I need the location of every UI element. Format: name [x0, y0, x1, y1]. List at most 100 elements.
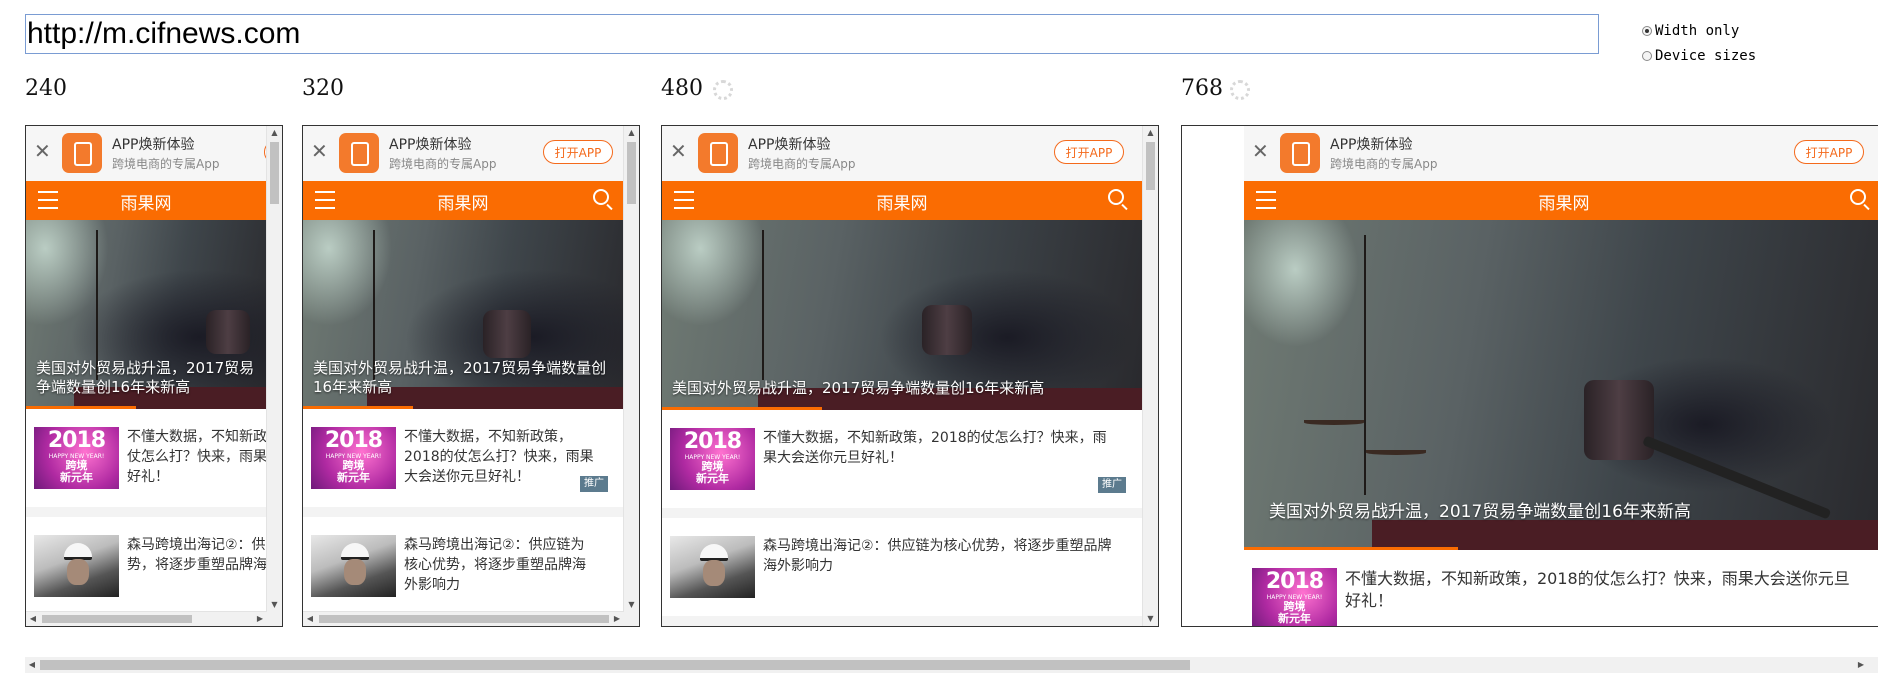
site-title: 雨果网 — [876, 194, 928, 214]
article-title: 不懂大数据，不知新政策，2018的仗怎么打？快来，雨果大会送你元旦好礼！ — [763, 430, 1107, 466]
preview-frame-480[interactable]: ✕ APP焕新体验 跨境电商的专属App 打开APP 雨果网 美国对外贸易战升温… — [661, 125, 1159, 627]
thumb-year: 2018 — [47, 428, 106, 453]
close-icon[interactable]: ✕ — [34, 140, 51, 162]
list-item[interactable]: 2018 HAPPY NEW YEAR! 跨境 新元年 不懂大数据，不知新政策，… — [662, 410, 1142, 518]
frame-size-label: 240 — [25, 76, 67, 101]
frame-size-label: 320 — [302, 76, 344, 101]
hero-caption: 美国对外贸易战升温，2017贸易争端数量创16年来新高 — [672, 379, 1045, 397]
scroll-thumb[interactable] — [42, 615, 192, 623]
horizontal-scrollbar[interactable]: ◀ ▶ — [26, 611, 267, 626]
list-item[interactable]: 森马跨境出海记②：供应链为核心优势，将逐步重塑品牌海外影响力 — [26, 517, 266, 625]
open-app-button[interactable]: 打开APP — [1054, 140, 1124, 164]
scroll-up-icon[interactable]: ▲ — [1143, 126, 1158, 140]
list-item[interactable]: 森马跨境出海记②：供应链为核心优势，将逐步重塑品牌海外影响力 — [303, 517, 623, 625]
gavel-image-part — [206, 310, 250, 354]
scroll-left-icon[interactable]: ◀ — [26, 612, 40, 626]
open-app-button[interactable]: 打开APP — [543, 140, 613, 164]
promo-badge: 推广 — [580, 476, 608, 492]
close-icon[interactable]: ✕ — [1252, 140, 1269, 162]
banner-title: APP焕新体验 — [389, 137, 472, 153]
option-device-sizes[interactable]: Device sizes — [1642, 43, 1756, 68]
scroll-up-icon[interactable]: ▲ — [267, 126, 282, 140]
app-banner: ✕ APP焕新体验 跨境电商的专属App 打开APP — [303, 126, 623, 182]
scroll-thumb[interactable] — [270, 142, 279, 204]
search-icon[interactable] — [1850, 189, 1866, 205]
thumb-year: 2018 — [324, 428, 383, 453]
scroll-thumb[interactable] — [319, 615, 609, 623]
url-input[interactable] — [25, 14, 1599, 54]
radio-icon[interactable] — [1642, 50, 1652, 61]
gavel-image-part — [483, 310, 531, 358]
scroll-down-icon[interactable]: ▼ — [1143, 612, 1158, 626]
option-width-only[interactable]: Width only — [1642, 18, 1756, 43]
scroll-right-icon[interactable]: ▶ — [1854, 657, 1868, 673]
app-banner: ✕ APP焕新体验 跨境电商的专属App 打开APP — [1244, 126, 1878, 182]
open-app-button[interactable]: 打开APP — [1794, 140, 1864, 164]
scroll-left-icon[interactable]: ◀ — [25, 657, 39, 673]
scroll-down-icon[interactable]: ▼ — [624, 598, 639, 612]
article-thumbnail — [34, 535, 119, 597]
thumb-text: 新元年 — [1278, 612, 1311, 625]
preview-frame-320[interactable]: ✕ APP焕新体验 跨境电商的专属App 打开APP 雨果网 美国对外贸易战升温… — [302, 125, 640, 627]
app-logo-icon — [1280, 133, 1320, 173]
banner-subtitle: 跨境电商的专属App — [748, 157, 856, 171]
site-navbar: 雨果网 — [1244, 181, 1878, 220]
banner-subtitle: 跨境电商的专属App — [112, 157, 220, 171]
scroll-thumb[interactable] — [1146, 142, 1155, 190]
list-item[interactable]: 2018 HAPPY NEW YEAR! 跨境 新元年 不懂大数据，不知新政策，… — [303, 409, 623, 517]
hero-caption: 美国对外贸易战升温，2017贸易争端数量创16年来新高 — [36, 359, 255, 396]
vertical-scrollbar[interactable]: ▲ ▼ — [1142, 126, 1158, 626]
scroll-up-icon[interactable]: ▲ — [624, 126, 639, 140]
scroll-left-icon[interactable]: ◀ — [303, 612, 317, 626]
article-thumbnail — [670, 536, 755, 598]
option-label: Device sizes — [1655, 47, 1757, 64]
search-icon[interactable] — [1108, 189, 1124, 205]
search-icon[interactable] — [593, 189, 609, 205]
site-navbar: 雨果网 — [662, 181, 1142, 220]
banner-subtitle: 跨境电商的专属App — [389, 157, 497, 171]
close-icon[interactable]: ✕ — [311, 140, 328, 162]
hero-slide[interactable]: 美国对外贸易战升温，2017贸易争端数量创16年来新高 — [1244, 220, 1878, 550]
article-title: 不懂大数据，不知新政策，2018的仗怎么打？快来，雨果大会送你元旦好礼！ — [127, 429, 266, 485]
scroll-thumb[interactable] — [40, 660, 1190, 670]
article-title: 不懂大数据，不知新政策，2018的仗怎么打？快来，雨果大会送你元旦好礼！ — [404, 429, 594, 485]
book-image-part — [1372, 520, 1878, 550]
thumb-text: 新元年 — [337, 471, 370, 484]
spinner-icon — [713, 80, 733, 100]
scroll-down-icon[interactable]: ▼ — [267, 598, 282, 612]
horizontal-scrollbar[interactable]: ◀ ▶ — [303, 611, 624, 626]
scroll-right-icon[interactable]: ▶ — [610, 612, 624, 626]
article-thumbnail — [311, 535, 396, 597]
radio-icon[interactable] — [1642, 25, 1652, 36]
thumb-year: 2018 — [683, 429, 742, 454]
app-banner: ✕ APP焕新体验 跨境电商的专属App 打开APP — [662, 126, 1142, 182]
hero-slide[interactable]: 美国对外贸易战升温，2017贸易争端数量创16年来新高 — [26, 220, 266, 409]
mobile-page: ✕ APP焕新体验 跨境电商的专属App 打开APP 雨果网 美国对外贸易战升温… — [1244, 126, 1878, 626]
list-item[interactable]: 森马跨境出海记②：供应链为核心优势，将逐步重塑品牌海外影响力 — [662, 518, 1142, 626]
hero-slide[interactable]: 美国对外贸易战升温，2017贸易争端数量创16年来新高 — [662, 220, 1142, 410]
vertical-scrollbar[interactable]: ▲ ▼ — [266, 126, 282, 626]
list-item[interactable]: 2018 HAPPY NEW YEAR! 跨境 新元年 不懂大数据，不知新政策，… — [1244, 550, 1878, 626]
scale-pan-image-part — [1366, 450, 1426, 455]
vertical-scrollbar[interactable]: ▲ ▼ — [623, 126, 639, 626]
option-label: Width only — [1655, 22, 1740, 39]
article-thumbnail: 2018 HAPPY NEW YEAR! 跨境 新元年 — [670, 428, 755, 490]
banner-title: APP焕新体验 — [1330, 137, 1413, 153]
preview-frame-240[interactable]: ✕ APP焕新体验 跨境电商的专属App 打开APP 雨果网 美国对外贸易战升温… — [25, 125, 283, 627]
preview-frame-768[interactable]: ✕ APP焕新体验 跨境电商的专属App 打开APP 雨果网 美国对外贸易战升温… — [1181, 125, 1878, 627]
thumb-year: 2018 — [1265, 569, 1324, 594]
frame-size-label: 480 — [661, 76, 703, 101]
hero-slide[interactable]: 美国对外贸易战升温，2017贸易争端数量创16年来新高 — [303, 220, 623, 409]
thumb-text: 新元年 — [60, 471, 93, 484]
page-horizontal-scrollbar[interactable]: ◀ ▶ — [25, 657, 1878, 673]
banner-title: APP焕新体验 — [112, 137, 195, 153]
list-item[interactable]: 2018 HAPPY NEW YEAR! 跨境 新元年 不懂大数据，不知新政策，… — [26, 409, 266, 517]
frame-size-label: 768 — [1181, 76, 1223, 101]
app-logo-icon — [339, 133, 379, 173]
scale-image-part — [762, 230, 764, 380]
scroll-right-icon[interactable]: ▶ — [253, 612, 267, 626]
spinner-icon — [1230, 80, 1250, 100]
close-icon[interactable]: ✕ — [670, 140, 687, 162]
scroll-thumb[interactable] — [627, 142, 636, 204]
app-logo-icon — [698, 133, 738, 173]
